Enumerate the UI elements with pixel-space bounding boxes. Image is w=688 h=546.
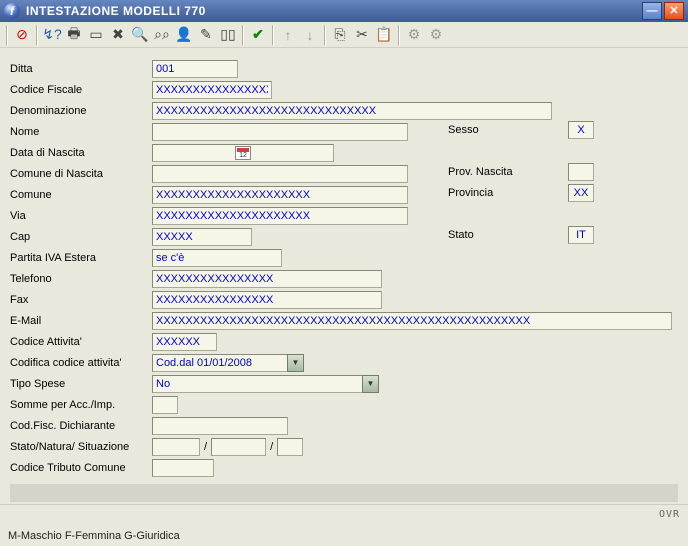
- label-codatt: Codice Attivita': [10, 336, 152, 348]
- nome-input[interactable]: [152, 123, 408, 141]
- label-codfisc: Codice Fiscale: [10, 84, 152, 96]
- slash: /: [270, 441, 273, 453]
- label-nome: Nome: [10, 126, 152, 138]
- provincia-input[interactable]: [568, 184, 594, 202]
- cap-input[interactable]: [152, 228, 252, 246]
- find-icon[interactable]: ⌕⌕: [152, 25, 172, 45]
- down-icon[interactable]: ↓: [300, 25, 320, 45]
- toolbar: ⊘ ↯? 🖶 ▭ ✖ 🔍 ⌕⌕ 👤 ✎ ▯▯ ✔ ↑ ↓ ⎘ ✂ 📋 ⚙ ⚙: [0, 22, 688, 48]
- label-piva: Partita IVA Estera: [10, 252, 152, 264]
- telefono-input[interactable]: [152, 270, 382, 288]
- codice-tributo-input[interactable]: [152, 459, 214, 477]
- label-ditta: Ditta: [10, 63, 152, 75]
- edit-icon[interactable]: ✎: [196, 25, 216, 45]
- fax-input[interactable]: [152, 291, 382, 309]
- link1-icon[interactable]: ⚙: [404, 25, 424, 45]
- dropdown-icon[interactable]: ▼: [287, 354, 304, 372]
- statusbar: OVR: [0, 504, 688, 524]
- label-somme: Somme per Acc./Imp.: [10, 399, 152, 411]
- comune-input[interactable]: [152, 186, 408, 204]
- stato-input[interactable]: [568, 226, 594, 244]
- label-codtrib: Codice Tributo Comune: [10, 462, 152, 474]
- copy-icon[interactable]: ⎘: [330, 25, 350, 45]
- zoom-icon[interactable]: 🔍: [130, 25, 150, 45]
- user-icon[interactable]: 👤: [174, 25, 194, 45]
- situazione-field[interactable]: [277, 438, 303, 456]
- minimize-button[interactable]: —: [642, 2, 662, 20]
- prov-nascita-input[interactable]: [568, 163, 594, 181]
- print-icon[interactable]: 🖶: [64, 25, 84, 45]
- label-comune: Comune: [10, 189, 152, 201]
- label-via: Via: [10, 210, 152, 222]
- cancel-icon[interactable]: ⊘: [12, 25, 32, 45]
- paste-icon[interactable]: 📋: [374, 25, 394, 45]
- label-tel: Telefono: [10, 273, 152, 285]
- label-provincia: Provincia: [448, 187, 568, 199]
- dropdown-icon[interactable]: ▼: [362, 375, 379, 393]
- label-comnas: Comune di Nascita: [10, 168, 152, 180]
- comune-nascita-input[interactable]: [152, 165, 408, 183]
- help-icon[interactable]: ↯?: [42, 25, 62, 45]
- tipo-spese-value[interactable]: [152, 375, 362, 393]
- window-title: INTESTAZIONE MODELLI 770: [26, 4, 640, 18]
- codfisc-dichiarante-input[interactable]: [152, 417, 288, 435]
- codifica-codice-select[interactable]: ▼: [152, 354, 304, 372]
- ditta-input[interactable]: [152, 60, 238, 78]
- codifica-codice-value[interactable]: [152, 354, 287, 372]
- slash: /: [204, 441, 207, 453]
- tipo-spese-select[interactable]: ▼: [152, 375, 379, 393]
- codice-attivita-input[interactable]: [152, 333, 217, 351]
- footer-hint: M-Maschio F-Femmina G-Giuridica: [8, 530, 180, 542]
- new-doc-icon[interactable]: ▭: [86, 25, 106, 45]
- up-icon[interactable]: ↑: [278, 25, 298, 45]
- titlebar: f INTESTAZIONE MODELLI 770 — ✕: [0, 0, 688, 22]
- codice-fiscale-input[interactable]: [152, 81, 272, 99]
- email-input[interactable]: [152, 312, 672, 330]
- link2-icon[interactable]: ⚙: [426, 25, 446, 45]
- delete-icon[interactable]: ✖: [108, 25, 128, 45]
- label-tipospese: Tipo Spese: [10, 378, 152, 390]
- label-denom: Denominazione: [10, 105, 152, 117]
- label-codattcod: Codifica codice attivita': [10, 357, 152, 369]
- overwrite-mode: OVR: [659, 509, 680, 520]
- stato-field[interactable]: [152, 438, 200, 456]
- label-email: E-Mail: [10, 315, 152, 327]
- close-button[interactable]: ✕: [664, 2, 684, 20]
- natura-field[interactable]: [211, 438, 266, 456]
- label-stnatsit: Stato/Natura/ Situazione: [10, 441, 152, 453]
- cut-icon[interactable]: ✂: [352, 25, 372, 45]
- data-nascita-input[interactable]: [152, 144, 334, 162]
- calendar-icon[interactable]: [235, 146, 251, 160]
- bottom-strip: [10, 484, 678, 502]
- label-provnas: Prov. Nascita: [448, 166, 568, 178]
- label-stato: Stato: [448, 229, 568, 241]
- label-sesso: Sesso: [448, 124, 568, 136]
- somme-input[interactable]: [152, 396, 178, 414]
- confirm-icon[interactable]: ✔: [248, 25, 268, 45]
- sesso-input[interactable]: [568, 121, 594, 139]
- label-codfiscd: Cod.Fisc. Dichiarante: [10, 420, 152, 432]
- form-area: Ditta Codice Fiscale Denominazione Nome …: [0, 48, 688, 546]
- book-icon[interactable]: ▯▯: [218, 25, 238, 45]
- label-cap: Cap: [10, 231, 152, 243]
- label-datan: Data di Nascita: [10, 147, 152, 159]
- label-fax: Fax: [10, 294, 152, 306]
- app-icon: f: [4, 3, 20, 19]
- piva-estera-input[interactable]: [152, 249, 282, 267]
- denominazione-input[interactable]: [152, 102, 552, 120]
- via-input[interactable]: [152, 207, 408, 225]
